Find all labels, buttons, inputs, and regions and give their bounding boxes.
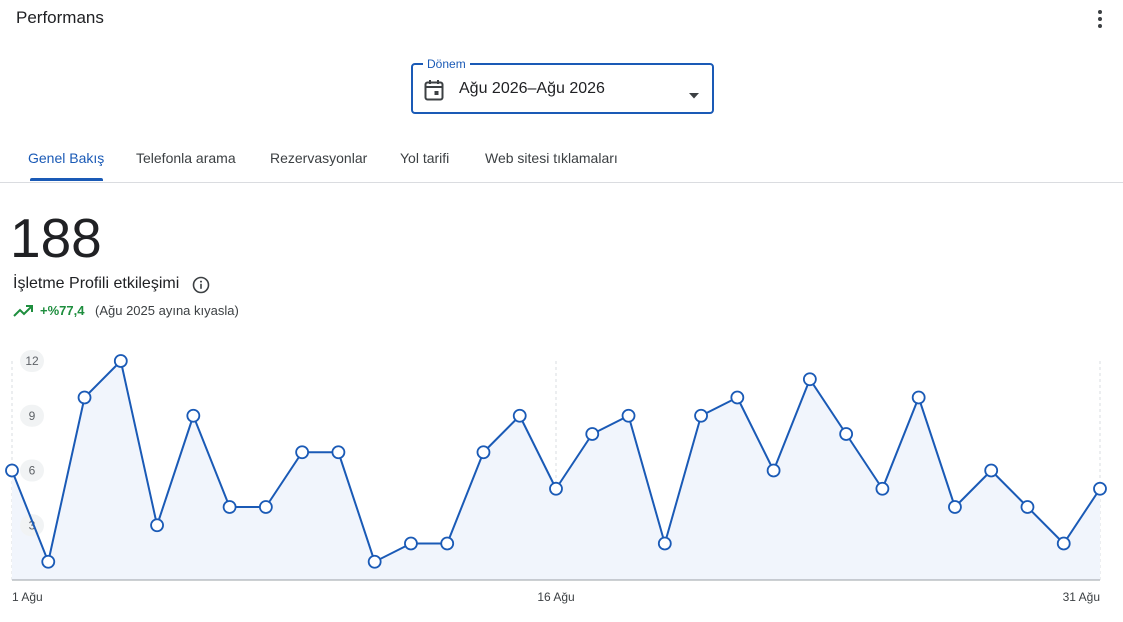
metric-label: İşletme Profili etkileşimi [13,275,180,292]
data-point [875,481,890,496]
x-tick-label: 31 Ağu [1063,590,1100,604]
dropdown-arrow-icon [688,86,700,104]
y-tick-label: 9 [29,409,36,423]
data-point [512,408,527,423]
info-icon[interactable] [192,276,210,299]
data-point [295,445,310,460]
data-point [694,408,708,423]
data-point [1056,536,1071,551]
data-point [766,463,781,478]
data-point [222,500,237,514]
data-point [77,390,92,405]
data-point [585,427,600,441]
data-point [911,390,926,405]
trend-change: +%77,4 [40,303,85,318]
tab-phone-calls[interactable]: Telefonla arama [136,150,236,166]
data-point [984,463,999,478]
data-point [476,445,491,460]
y-tick-label: 6 [29,464,36,478]
tab-overview[interactable]: Genel Bakış [28,150,104,166]
x-tick-label: 1 Ağu [12,590,43,604]
more-vert-icon[interactable] [1088,7,1112,31]
data-point [730,390,745,405]
data-point [150,518,164,533]
data-point [367,554,382,569]
data-point [1020,500,1035,514]
y-tick-label: 12 [25,354,39,368]
data-point [839,427,854,441]
calendar-icon [424,79,444,106]
tab-directions[interactable]: Yol tarifi [400,150,449,166]
data-point [657,536,672,551]
data-point [440,536,455,551]
period-label: Dönem [423,56,470,72]
total-interactions: 188 [10,207,102,269]
tab-bar: Genel Bakış Telefonla arama Rezervasyonl… [0,138,1123,183]
period-value: Ağu 2026–Ağu 2026 [459,80,605,97]
data-point [41,554,56,569]
data-point [621,408,636,423]
performance-chart: 369121 Ağu 16 Ağu 31 Ağu [5,350,1107,604]
active-tab-indicator [30,178,103,181]
period-select[interactable]: Dönem Ağu 2026–Ağu 2026 [411,56,714,114]
data-point [331,445,346,460]
data-point [113,354,128,368]
page-title: Performans [16,8,104,27]
tab-bookings[interactable]: Rezervasyonlar [270,150,367,166]
data-point [5,463,19,478]
data-point [404,536,418,551]
x-tick-label: 16 Ağu [537,590,574,604]
data-point [258,500,273,514]
tab-website-clicks[interactable]: Web sitesi tıklamaları [485,150,618,166]
data-point [948,500,962,514]
data-point [1093,481,1107,496]
trend-comparison: (Ağu 2025 ayına kıyasla) [95,303,239,318]
trending-up-icon [13,304,33,323]
data-point [549,481,563,496]
data-point [802,372,817,387]
data-point [186,408,201,423]
